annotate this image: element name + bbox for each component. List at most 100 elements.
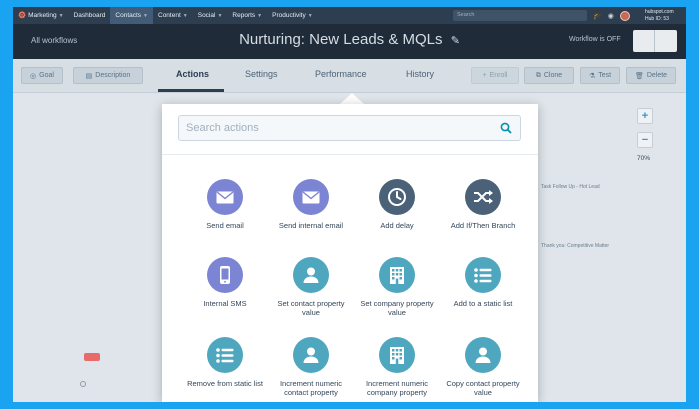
action-add-if-then-branch[interactable]: Add If/Then Branch xyxy=(440,179,526,230)
nav-label: Social xyxy=(197,12,216,19)
action-send-internal-email[interactable]: Send internal email xyxy=(268,179,354,230)
nav-marketing[interactable]: ⚙ Marketing ▼ xyxy=(13,7,69,24)
action-increment-company-property[interactable]: Increment numeric company property xyxy=(354,337,440,397)
list-icon xyxy=(207,337,243,373)
canvas-node-dot xyxy=(80,381,86,387)
clone-button[interactable]: ⧉ Clone xyxy=(524,67,574,84)
action-label: Remove from static list xyxy=(187,379,263,388)
nav-dashboard[interactable]: Dashboard xyxy=(69,7,111,24)
workflow-toggle[interactable] xyxy=(633,30,677,52)
app-window: ⚙ Marketing ▼ Dashboard Contacts ▼ Content… xyxy=(13,7,686,402)
action-send-email[interactable]: Send email xyxy=(182,179,268,230)
description-button[interactable]: ▤ Description xyxy=(73,67,143,84)
nav-label: Marketing xyxy=(28,12,57,19)
person-icon xyxy=(293,337,329,373)
canvas-step-label: Thank you: Competitive Matter xyxy=(541,243,610,249)
nav-productivity[interactable]: Productivity ▼ xyxy=(267,7,318,24)
target-icon: ◎ xyxy=(30,72,37,80)
search-actions-box xyxy=(178,115,521,141)
nav-reports[interactable]: Reports ▼ xyxy=(227,7,267,24)
add-icon: + xyxy=(482,72,487,79)
avatar[interactable] xyxy=(619,10,630,21)
chevron-down-icon: ▼ xyxy=(143,12,148,19)
nav-label: Contacts xyxy=(115,12,142,19)
search-actions-input[interactable] xyxy=(179,116,489,140)
nav-utilities: 🎓 ◉ xyxy=(593,7,630,24)
nav-label: Dashboard xyxy=(73,12,106,19)
academy-icon[interactable]: 🎓 xyxy=(593,12,602,20)
nav-social[interactable]: Social ▼ xyxy=(193,7,228,24)
test-button[interactable]: ⚗ Test xyxy=(580,67,620,84)
actions-popover: Send email Send internal email Add delay… xyxy=(162,104,538,402)
canvas-badge xyxy=(84,353,100,361)
shuffle-icon xyxy=(465,179,501,215)
global-search-input[interactable]: Search xyxy=(453,10,587,21)
workflow-status: Workflow is OFF xyxy=(569,36,621,43)
clone-icon: ⧉ xyxy=(535,71,541,79)
building-icon xyxy=(379,337,415,373)
chevron-down-icon: ▼ xyxy=(58,12,64,19)
action-add-to-static-list[interactable]: Add to a static list xyxy=(440,257,526,308)
action-copy-contact-property[interactable]: Copy contact property value xyxy=(440,337,526,397)
clone-label: Clone xyxy=(543,72,563,79)
zoom-in-button[interactable]: + xyxy=(637,108,653,124)
broadcast-icon[interactable]: ◉ xyxy=(608,12,614,20)
action-label: Add If/Then Branch xyxy=(450,221,516,230)
chevron-down-icon: ▼ xyxy=(217,12,223,19)
active-tab-indicator xyxy=(158,89,224,92)
chevron-down-icon: ▼ xyxy=(307,12,313,19)
tab-settings[interactable]: Settings xyxy=(245,69,278,79)
action-label: Add delay xyxy=(380,221,414,230)
workflow-header: All workflows Nurturing: New Leads & MQL… xyxy=(13,24,686,59)
workflow-title-text: Nurturing: New Leads & MQLs xyxy=(239,31,443,48)
person-icon xyxy=(465,337,501,373)
action-label: Copy contact property value xyxy=(446,379,520,397)
nav-label: Reports xyxy=(232,12,256,19)
building-icon xyxy=(379,257,415,293)
action-set-company-property[interactable]: Set company property value xyxy=(354,257,440,317)
description-label: Description xyxy=(95,72,131,79)
hubspot-logo-icon[interactable]: ⚙ xyxy=(18,10,26,21)
action-increment-contact-property[interactable]: Increment numeric contact property xyxy=(268,337,354,397)
nav-label: Content xyxy=(158,12,181,19)
search-icon[interactable] xyxy=(499,121,513,135)
delete-button[interactable]: 🗑 Delete xyxy=(626,67,676,84)
flask-icon: ⚗ xyxy=(588,72,596,80)
divider xyxy=(162,154,538,155)
account-info[interactable]: hubspot.com Hub ID: 53 xyxy=(645,9,674,22)
tab-actions[interactable]: Actions xyxy=(176,69,209,79)
delete-label: Delete xyxy=(646,72,668,79)
trash-icon: 🗑 xyxy=(634,72,644,80)
zoom-level: 70% xyxy=(637,155,651,162)
canvas-step-label: Task Follow Up - Hot Lead xyxy=(541,184,600,190)
action-label: Increment numeric contact property xyxy=(279,379,343,397)
action-label: Increment numeric company property xyxy=(365,379,429,397)
action-internal-sms[interactable]: Internal SMS xyxy=(182,257,268,308)
zoom-out-button[interactable]: − xyxy=(637,132,653,148)
action-label: Set company property value xyxy=(360,299,434,317)
hub-id: Hub ID: 53 xyxy=(645,15,669,22)
nav-content[interactable]: Content ▼ xyxy=(153,7,193,24)
nav-contacts[interactable]: Contacts ▼ xyxy=(110,7,153,24)
clock-icon xyxy=(379,179,415,215)
action-remove-from-static-list[interactable]: Remove from static list xyxy=(182,337,268,388)
action-label: Internal SMS xyxy=(203,299,247,308)
goal-button[interactable]: ◎ Goal xyxy=(21,67,63,84)
action-label: Send internal email xyxy=(278,221,344,230)
tab-performance[interactable]: Performance xyxy=(315,69,367,79)
top-nav: ⚙ Marketing ▼ Dashboard Contacts ▼ Content… xyxy=(13,7,686,24)
pencil-icon[interactable]: ✎ xyxy=(451,35,460,47)
enroll-label: Enroll xyxy=(489,72,508,79)
envelope-icon xyxy=(293,179,329,215)
enroll-button[interactable]: + Enroll xyxy=(471,67,519,84)
action-label: Set contact property value xyxy=(277,299,345,317)
tab-history[interactable]: History xyxy=(406,69,434,79)
person-icon xyxy=(293,257,329,293)
list-icon xyxy=(465,257,501,293)
nav-label: Productivity xyxy=(272,12,306,19)
action-add-delay[interactable]: Add delay xyxy=(354,179,440,230)
action-set-contact-property[interactable]: Set contact property value xyxy=(268,257,354,317)
action-label: Send email xyxy=(206,221,244,230)
action-label: Add to a static list xyxy=(453,299,513,308)
test-label: Test xyxy=(598,72,612,79)
